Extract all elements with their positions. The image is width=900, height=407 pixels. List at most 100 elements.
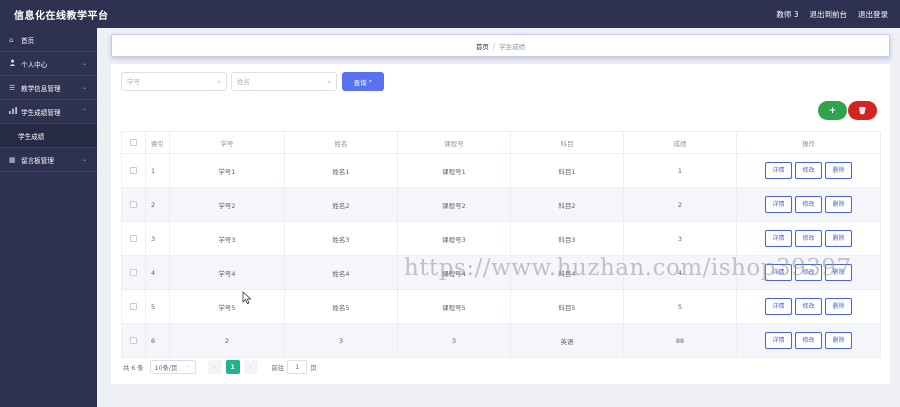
page-size-select[interactable]: 10条/页 ⌄	[149, 360, 196, 374]
chevron-down-icon: ⌄	[81, 84, 87, 91]
scores-table: 索引 学号 姓名 课程号 科目 成绩 操作 1 学号1 姓名1 课程号1 科目1 1 详情修…	[121, 131, 881, 358]
sidebar-item-label: 学生成绩管理	[21, 108, 61, 117]
edit-button[interactable]: 修改	[795, 332, 822, 349]
table-row: 6 2 3 3 英语 88 详情 修改 删除	[121, 323, 881, 358]
edit-button[interactable]: 修改	[795, 298, 822, 315]
delete-button[interactable]: 删除	[825, 196, 852, 213]
delete-button[interactable]: 删除	[825, 298, 852, 315]
prev-page-button[interactable]: ‹	[207, 360, 222, 374]
edit-button[interactable]: 修改	[795, 162, 822, 179]
detail-button[interactable]: 详情	[765, 230, 792, 247]
app-title: 信息化在线教学平台	[14, 10, 109, 22]
header-subject: 科目	[510, 131, 624, 154]
sidebar-item-label: 教学信息管理	[21, 84, 61, 93]
cell-name: 姓名2	[284, 187, 398, 222]
cell-name: 姓名4	[284, 255, 398, 290]
cell-score: 5	[623, 289, 737, 324]
sidebar-item-home[interactable]: ⌂ 首页	[0, 28, 97, 52]
sidebar-subitem-student-score[interactable]: 学生成绩	[0, 124, 97, 148]
cell-actions: 详情 修改 删除	[736, 221, 881, 256]
query-button[interactable]: 查询 ⌕	[342, 72, 384, 91]
header-score: 成绩	[623, 131, 737, 154]
cell-student-no: 学号3	[169, 221, 285, 256]
page-size-value: 10条/页	[154, 364, 178, 372]
sidebar-item-message-board[interactable]: ▦ 留言板管理 ⌄	[0, 148, 97, 172]
select-all-checkbox[interactable]	[130, 139, 137, 146]
cell-student-no: 2	[169, 323, 285, 358]
detail-button[interactable]: 详情	[765, 298, 792, 315]
header-course-no: 课程号	[397, 131, 511, 154]
batch-delete-button[interactable]: 🗑	[848, 101, 877, 120]
row-checkbox[interactable]	[130, 303, 137, 310]
edit-button[interactable]: 修改	[795, 230, 822, 247]
row-select-cell[interactable]	[121, 255, 146, 290]
student-no-input[interactable]	[127, 77, 213, 86]
page-unit-label: 页	[310, 364, 317, 372]
table-row: 2 学号2 姓名2 课程号2 科目2 2 详情 修改 删除	[121, 187, 881, 222]
cell-course-no: 课程号5	[397, 289, 511, 324]
home-icon: ⌂	[9, 35, 14, 44]
breadcrumb-separator: /	[492, 41, 496, 50]
add-button[interactable]: +	[818, 101, 847, 120]
breadcrumb-home[interactable]: 首页	[476, 41, 489, 51]
row-select-cell[interactable]	[121, 289, 146, 324]
edit-button[interactable]: 修改	[795, 196, 822, 213]
header-name: 姓名	[284, 131, 398, 154]
row-checkbox[interactable]	[130, 167, 137, 174]
student-no-search-field[interactable]: ⌕	[121, 72, 227, 91]
trash-icon: 🗑	[858, 106, 867, 115]
cell-name: 姓名3	[284, 221, 398, 256]
row-select-cell[interactable]	[121, 221, 146, 256]
cell-subject: 科目5	[510, 289, 624, 324]
cell-index: 4	[145, 255, 170, 290]
cell-score: 88	[623, 323, 737, 358]
cell-actions: 详情 修改 删除	[736, 153, 881, 188]
cell-subject: 科目2	[510, 187, 624, 222]
cell-student-no: 学号2	[169, 187, 285, 222]
row-checkbox[interactable]	[130, 269, 137, 276]
chevron-down-icon: ⌄	[81, 156, 87, 163]
row-checkbox[interactable]	[130, 201, 137, 208]
row-checkbox[interactable]	[130, 337, 137, 344]
chevron-down-icon: ⌄	[81, 60, 87, 67]
sidebar-item-personal-center[interactable]: 个人中心 ⌄	[0, 52, 97, 76]
next-page-button[interactable]: ›	[243, 360, 258, 374]
chevron-up-icon: ⌃	[81, 108, 87, 115]
delete-button[interactable]: 删除	[825, 162, 852, 179]
row-select-cell[interactable]	[121, 153, 146, 188]
top-bar-actions: 教师 3 退出到前台 退出登录	[776, 9, 888, 20]
sidebar-item-student-scores[interactable]: 学生成绩管理 ⌃	[0, 100, 97, 124]
row-select-cell[interactable]	[121, 323, 146, 358]
sidebar-item-teaching-info[interactable]: ☰ 教学信息管理 ⌄	[0, 76, 97, 100]
name-search-field[interactable]: ⌕	[231, 72, 337, 91]
search-icon: ⌕	[327, 78, 331, 86]
breadcrumb-current: 学生成绩	[499, 42, 526, 51]
cell-name: 姓名5	[284, 289, 398, 324]
cell-actions: 详情 修改 删除	[736, 187, 881, 222]
name-input[interactable]	[237, 77, 323, 86]
cell-name: 姓名1	[284, 153, 398, 188]
pagination: 共 6 条 10条/页 ⌄ ‹ 1 › 前往 1 页	[123, 359, 317, 375]
table-row: 1 学号1 姓名1 课程号1 科目1 1 详情 修改 删除	[121, 153, 881, 188]
sidebar-subitem-label: 学生成绩	[18, 132, 45, 141]
row-select-cell[interactable]	[121, 187, 146, 222]
back-to-front-link[interactable]: 退出到前台	[810, 9, 848, 20]
header-select-all[interactable]	[121, 131, 146, 154]
delete-button[interactable]: 删除	[825, 230, 852, 247]
pagination-total: 共 6 条	[123, 364, 144, 372]
row-checkbox[interactable]	[130, 235, 137, 242]
grid-icon: ▦	[9, 155, 16, 164]
header-actions: 操作	[736, 131, 881, 154]
sidebar-item-label: 首页	[21, 36, 35, 45]
logout-link[interactable]: 退出登录	[858, 9, 888, 20]
detail-button[interactable]: 详情	[765, 162, 792, 179]
detail-button[interactable]: 详情	[765, 332, 792, 349]
delete-button[interactable]: 删除	[825, 332, 852, 349]
page-number-1[interactable]: 1	[225, 360, 240, 374]
detail-button[interactable]: 详情	[765, 196, 792, 213]
table-row: 5 学号5 姓名5 课程号5 科目5 5 详情 修改 删除	[121, 289, 881, 324]
top-bar: 信息化在线教学平台 教师 3 退出到前台 退出登录	[0, 0, 900, 28]
table-row: 3 学号3 姓名3 课程号3 科目3 3 详情 修改 删除	[121, 221, 881, 256]
goto-page-input[interactable]: 1	[287, 360, 308, 374]
mouse-cursor-icon	[242, 291, 252, 305]
